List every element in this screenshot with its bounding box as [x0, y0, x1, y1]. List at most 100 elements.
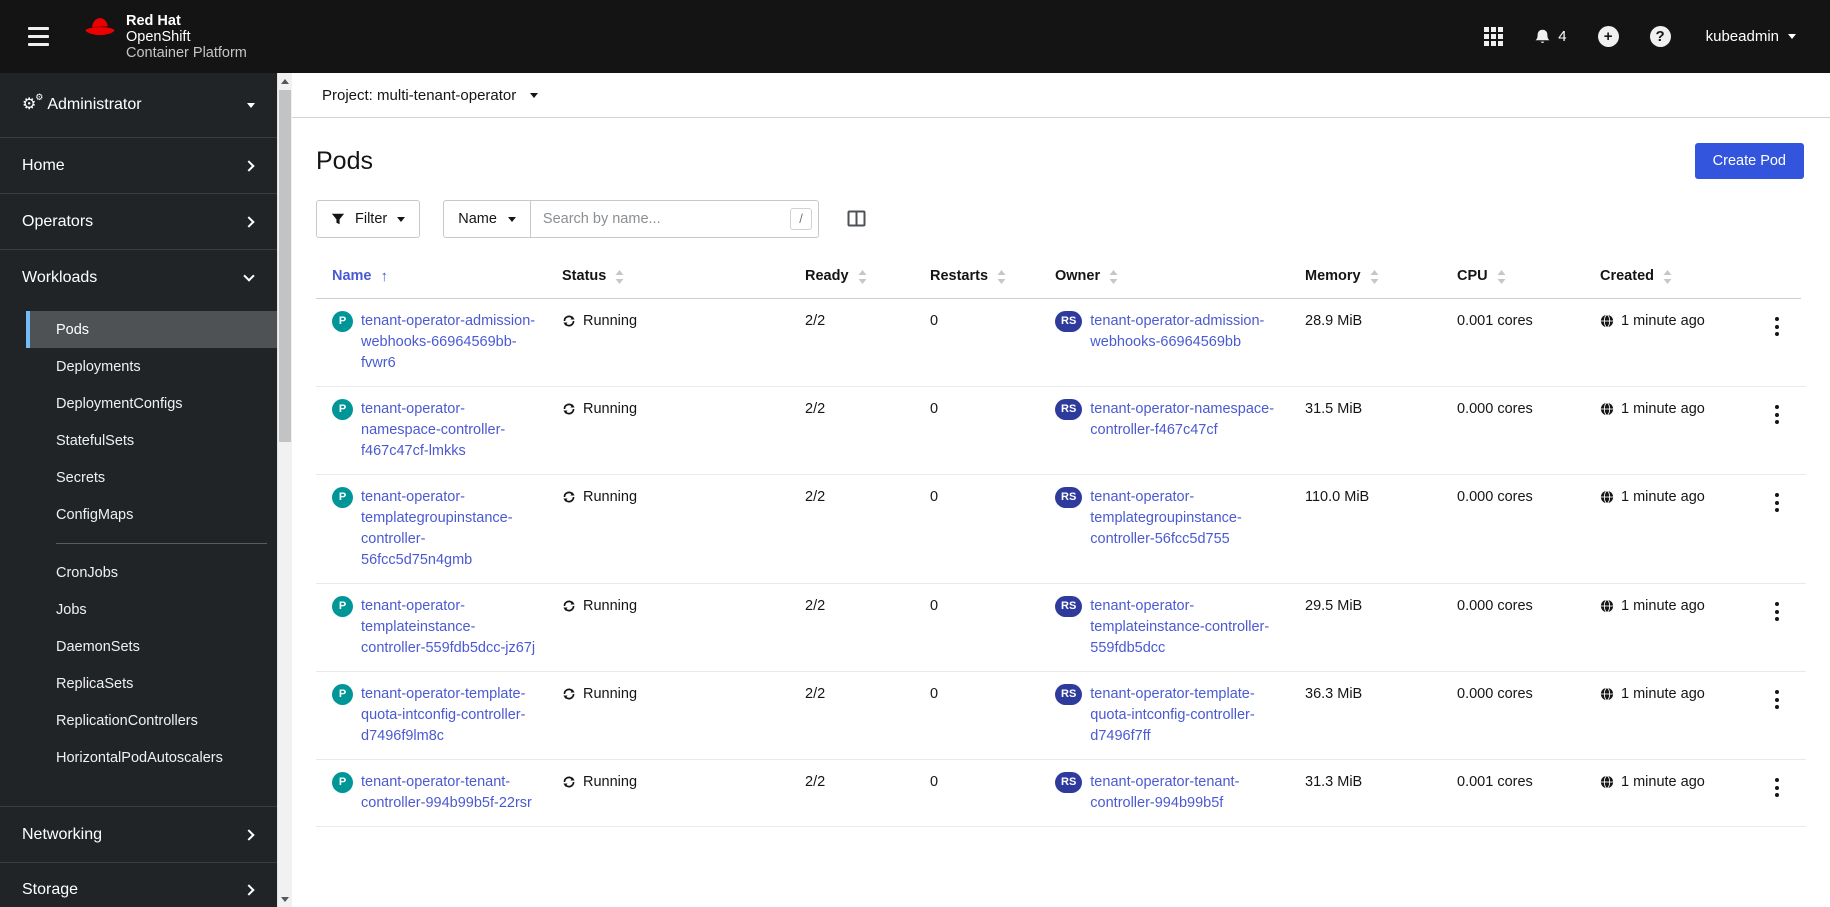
kebab-menu-button[interactable]	[1767, 488, 1787, 517]
column-header-memory[interactable]: Memory	[1289, 260, 1441, 299]
sidebar-section-storage[interactable]: Storage	[0, 862, 277, 907]
owner-link[interactable]: tenant-operator-templateinstance-control…	[1090, 596, 1279, 659]
scrollbar-down-arrow[interactable]	[278, 891, 292, 907]
apps-grid-button[interactable]	[1482, 25, 1505, 48]
search-type-dropdown[interactable]: Name	[443, 200, 531, 238]
search-input[interactable]	[530, 211, 818, 227]
sidebar-item-horizontalpodautoscalers[interactable]: HorizontalPodAutoscalers	[26, 739, 277, 776]
scrollbar-up-arrow[interactable]	[278, 73, 292, 89]
sidebar-item-deployments[interactable]: Deployments	[26, 348, 277, 385]
column-header-owner[interactable]: Owner	[1039, 260, 1289, 299]
notifications-button[interactable]: 4	[1532, 26, 1568, 48]
brand-logo[interactable]: Red Hat OpenShift Container Platform	[83, 13, 247, 61]
sidebar-item-replicasets[interactable]: ReplicaSets	[26, 665, 277, 702]
column-header-cpu[interactable]: CPU	[1441, 260, 1584, 299]
globe-icon	[1600, 490, 1614, 504]
pod-link[interactable]: tenant-operator-namespace-controller-f46…	[361, 399, 536, 462]
actions-cell	[1751, 387, 1801, 474]
sidebar-sections: Home Operators Workloads Pods Deployment…	[0, 137, 277, 907]
main-content: Project: multi-tenant-operator Pods Crea…	[292, 73, 1830, 907]
sidebar-item-secrets[interactable]: Secrets	[26, 459, 277, 496]
created-cell: 1 minute ago	[1584, 299, 1751, 386]
sidebar-section-workloads[interactable]: Workloads	[0, 249, 277, 305]
cpu-cell: 0.000 cores	[1457, 401, 1533, 417]
table-row: P tenant-operator-templateinstance-contr…	[316, 584, 1806, 672]
restarts-cell: 0	[930, 598, 939, 614]
sidebar-section-networking[interactable]: Networking	[0, 806, 277, 862]
kebab-menu-button[interactable]	[1767, 685, 1787, 714]
sidebar-item-statefulsets[interactable]: StatefulSets	[26, 422, 277, 459]
status-text: Running	[583, 489, 638, 505]
owner-link[interactable]: tenant-operator-admission-webhooks-66964…	[1090, 311, 1279, 353]
sort-icon	[1370, 269, 1379, 284]
menu-toggle-button[interactable]	[20, 19, 57, 54]
restarts-cell: 0	[930, 401, 939, 417]
status-text: Running	[583, 686, 638, 702]
kebab-menu-button[interactable]	[1767, 773, 1787, 802]
help-button[interactable]: ?	[1648, 24, 1673, 49]
kebab-menu-button[interactable]	[1767, 400, 1787, 429]
memory-cell: 31.3 MiB	[1305, 774, 1363, 790]
sidebar-section-operators[interactable]: Operators	[0, 193, 277, 249]
kebab-menu-button[interactable]	[1767, 312, 1787, 341]
project-bar: Project: multi-tenant-operator	[292, 73, 1830, 118]
notification-count: 4	[1558, 28, 1567, 45]
add-button[interactable]: +	[1596, 24, 1621, 49]
restarts-cell: 0	[930, 774, 939, 790]
column-header-ready[interactable]: Ready	[789, 260, 914, 299]
created-cell: 1 minute ago	[1584, 672, 1751, 759]
actions-cell	[1751, 760, 1801, 826]
pod-link[interactable]: tenant-operator-tenant-controller-994b99…	[361, 772, 536, 814]
ready-cell: 2/2	[805, 686, 826, 702]
owner-cell: RS tenant-operator-namespace-controller-…	[1039, 387, 1289, 474]
sidebar-item-pods[interactable]: Pods	[26, 311, 277, 348]
sidebar-item-cronjobs[interactable]: CronJobs	[26, 554, 277, 591]
name-cell: P tenant-operator-namespace-controller-f…	[316, 387, 546, 474]
actions-cell	[1751, 672, 1801, 759]
cpu-cell: 0.000 cores	[1457, 598, 1533, 614]
status-text: Running	[583, 401, 638, 417]
pods-table: Name ↑ Status Ready Restarts Owner Memor…	[316, 260, 1806, 827]
sidebar-item-configmaps[interactable]: ConfigMaps	[26, 496, 277, 533]
kebab-menu-button[interactable]	[1767, 597, 1787, 626]
owner-link[interactable]: tenant-operator-template-quota-intconfig…	[1090, 684, 1279, 747]
owner-cell: RS tenant-operator-templateinstance-cont…	[1039, 584, 1289, 671]
sidebar-section-home[interactable]: Home	[0, 137, 277, 193]
status-text: Running	[583, 774, 638, 790]
sidebar-nav: ⚙ ⚙ Administrator Home Operators Workload…	[0, 73, 277, 907]
pod-link[interactable]: tenant-operator-templateinstance-control…	[361, 596, 536, 659]
project-selector[interactable]: Project: multi-tenant-operator	[316, 86, 544, 105]
pod-link[interactable]: tenant-operator-admission-webhooks-66964…	[361, 311, 536, 374]
ready-cell: 2/2	[805, 313, 826, 329]
table-body: P tenant-operator-admission-webhooks-669…	[316, 299, 1806, 827]
owner-link[interactable]: tenant-operator-templategroupinstance-co…	[1090, 487, 1279, 550]
column-header-created[interactable]: Created	[1584, 260, 1751, 299]
column-header-restarts[interactable]: Restarts	[914, 260, 1039, 299]
owner-link[interactable]: tenant-operator-namespace-controller-f46…	[1090, 399, 1279, 441]
filter-dropdown[interactable]: Filter	[316, 200, 421, 238]
pod-badge: P	[332, 772, 353, 793]
column-header-status[interactable]: Status	[546, 260, 789, 299]
sidebar-item-jobs[interactable]: Jobs	[26, 591, 277, 628]
owner-link[interactable]: tenant-operator-tenant-controller-994b99…	[1090, 772, 1279, 814]
created-text: 1 minute ago	[1621, 489, 1705, 505]
search-type-label: Name	[458, 211, 497, 227]
status-cell: Running	[546, 760, 789, 826]
sidebar-item-deploymentconfigs[interactable]: DeploymentConfigs	[26, 385, 277, 422]
column-header-name[interactable]: Name ↑	[316, 260, 546, 299]
pod-link[interactable]: tenant-operator-template-quota-intconfig…	[361, 684, 536, 747]
sidebar-item-daemonsets[interactable]: DaemonSets	[26, 628, 277, 665]
pod-link[interactable]: tenant-operator-templategroupinstance-co…	[361, 487, 536, 571]
sidebar-scrollbar[interactable]	[277, 73, 292, 907]
perspective-switcher[interactable]: ⚙ ⚙ Administrator	[0, 73, 277, 137]
cpu-cell: 0.001 cores	[1457, 313, 1533, 329]
pod-badge: P	[332, 399, 353, 420]
manage-columns-button[interactable]	[847, 210, 866, 227]
sidebar-item-replicationcontrollers[interactable]: ReplicationControllers	[26, 702, 277, 739]
create-pod-button[interactable]: Create Pod	[1694, 143, 1804, 179]
sync-running-icon	[563, 491, 575, 503]
user-menu[interactable]: kubeadmin	[1700, 27, 1802, 46]
chevron-icon	[243, 270, 255, 282]
scrollbar-thumb[interactable]	[279, 90, 291, 442]
chevron-icon	[243, 159, 255, 172]
